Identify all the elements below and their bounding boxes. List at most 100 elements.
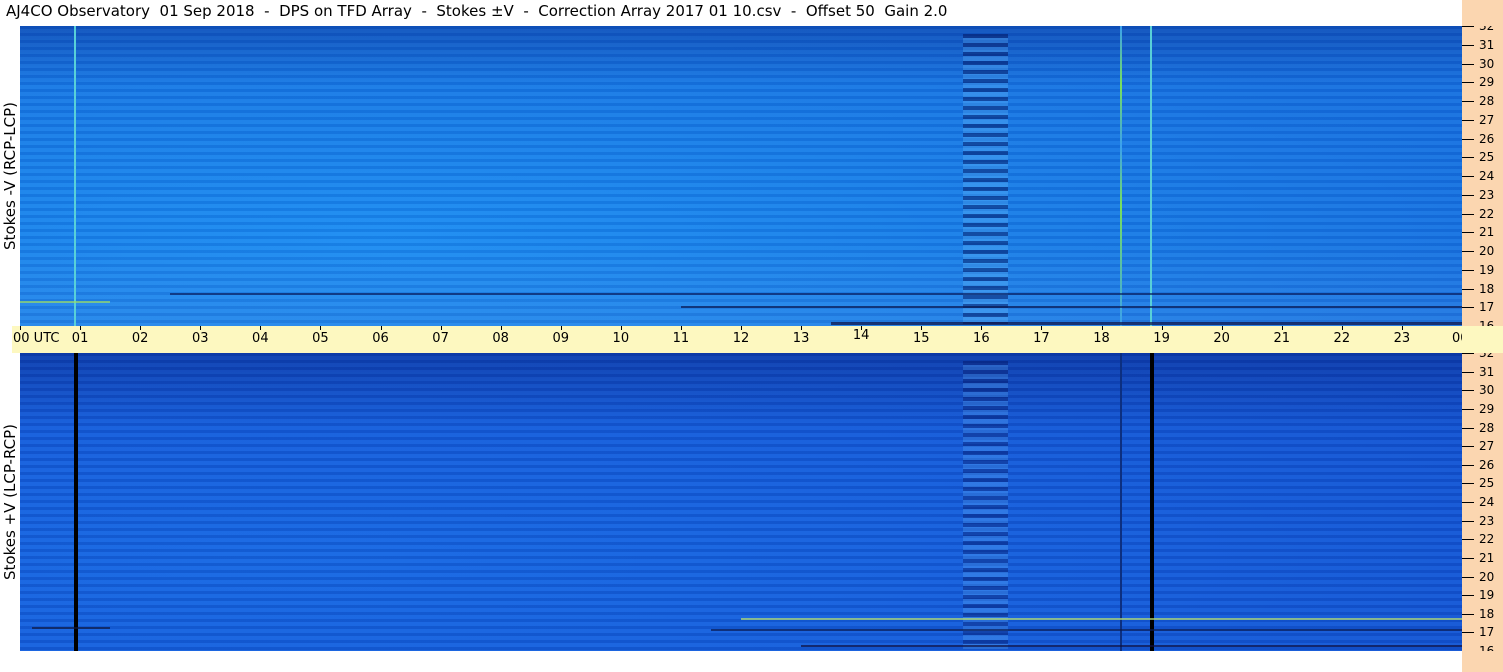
top-spectrogram bbox=[20, 26, 1462, 326]
mhz-cell bbox=[1462, 326, 1503, 353]
top-frequency-axis: 3231302928272625242322212019181716 bbox=[1462, 19, 1503, 333]
frequency-tick-mark bbox=[1462, 353, 1474, 354]
time-tick-mark bbox=[1161, 326, 1163, 330]
interference-streak bbox=[32, 627, 111, 629]
frequency-tick-mark bbox=[1462, 464, 1474, 466]
interference-streak bbox=[710, 629, 1462, 631]
chart-title: AJ4CO Observatory 01 Sep 2018 - DPS on T… bbox=[6, 2, 948, 20]
dps-band bbox=[963, 34, 1009, 324]
frequency-tick-mark bbox=[1462, 576, 1474, 578]
interference-streak bbox=[741, 618, 1462, 620]
time-tick-label: 00 UTC bbox=[13, 331, 60, 346]
narrow-line bbox=[1119, 353, 1122, 651]
frequency-tick-label: 28 bbox=[1479, 420, 1495, 435]
frequency-tick-mark bbox=[1462, 371, 1474, 373]
frequency-tick-mark bbox=[1462, 390, 1474, 392]
time-tick-mark bbox=[1101, 326, 1103, 330]
time-tick-label: 21 bbox=[1273, 331, 1291, 346]
frequency-tick-label: 23 bbox=[1479, 187, 1495, 202]
interference-streak bbox=[20, 301, 111, 303]
time-tick-mark bbox=[440, 326, 442, 330]
frequency-tick-label: 27 bbox=[1479, 112, 1495, 127]
time-tick-mark bbox=[500, 326, 502, 330]
frequency-tick-label: 29 bbox=[1479, 401, 1495, 416]
time-tick-mark bbox=[20, 326, 21, 330]
time-tick-label: 14 bbox=[852, 328, 870, 343]
frequency-tick-mark bbox=[1462, 26, 1474, 27]
interference-streak bbox=[801, 645, 1462, 647]
time-tick-mark bbox=[320, 326, 322, 330]
frequency-tick-label: 29 bbox=[1479, 75, 1495, 90]
frequency-tick-mark bbox=[1462, 520, 1474, 522]
frequency-tick-label: 26 bbox=[1479, 131, 1495, 146]
time-tick-label: 12 bbox=[732, 331, 750, 346]
frequency-tick-mark bbox=[1462, 613, 1474, 615]
frequency-tick-label: 21 bbox=[1479, 550, 1495, 565]
time-tick-label: 08 bbox=[492, 331, 509, 346]
frequency-tick-mark bbox=[1462, 427, 1474, 429]
frequency-tick-label: 31 bbox=[1479, 364, 1495, 379]
frequency-tick-mark bbox=[1462, 307, 1474, 309]
frequency-axis-footer bbox=[1462, 651, 1503, 672]
time-tick-mark bbox=[1281, 326, 1283, 330]
time-tick-label: 17 bbox=[1033, 331, 1050, 346]
time-tick-label: 16 bbox=[973, 331, 990, 346]
time-tick-mark bbox=[801, 326, 803, 330]
time-tick-label: 20 bbox=[1213, 331, 1230, 346]
time-tick-mark bbox=[560, 326, 562, 330]
frequency-tick-mark bbox=[1462, 232, 1474, 234]
frequency-tick-mark bbox=[1462, 502, 1474, 503]
time-tick-mark bbox=[1221, 326, 1223, 330]
frequency-tick-mark bbox=[1462, 408, 1474, 410]
frequency-tick-mark bbox=[1462, 632, 1474, 634]
time-tick-label: 23 bbox=[1393, 331, 1411, 346]
bottom-spectrogram bbox=[20, 353, 1462, 651]
time-tick-label: 19 bbox=[1153, 331, 1170, 346]
frequency-tick-label: 22 bbox=[1479, 532, 1495, 547]
frequency-tick-label: 27 bbox=[1479, 439, 1495, 454]
time-tick-label: 01 bbox=[71, 331, 89, 346]
time-tick-mark bbox=[1341, 326, 1343, 330]
frequency-tick-mark bbox=[1462, 483, 1474, 485]
frequency-tick-mark bbox=[1462, 269, 1474, 271]
frequency-tick-label: 18 bbox=[1479, 281, 1495, 296]
time-tick-label: 10 bbox=[612, 331, 630, 346]
frequency-tick-label: 24 bbox=[1479, 495, 1495, 509]
black-interference-line bbox=[74, 353, 79, 651]
top-spectrogram-image bbox=[20, 26, 1462, 326]
time-tick-mark bbox=[380, 326, 382, 330]
top-y-axis-label: Stokes -V (RCP-LCP) bbox=[1, 102, 19, 250]
time-tick-label: 13 bbox=[792, 331, 810, 346]
frequency-tick-label: 31 bbox=[1479, 37, 1495, 52]
frequency-tick-mark bbox=[1462, 101, 1474, 102]
frequency-tick-label: 19 bbox=[1479, 588, 1495, 603]
frequency-tick-label: 17 bbox=[1479, 300, 1495, 315]
time-tick-mark bbox=[741, 326, 742, 330]
time-tick-label: 11 bbox=[672, 331, 690, 346]
frequency-tick-label: 30 bbox=[1479, 383, 1495, 398]
frequency-tick-label: 25 bbox=[1479, 150, 1495, 165]
time-tick-mark bbox=[1401, 326, 1403, 330]
time-tick-mark bbox=[921, 326, 923, 330]
time-axis: 00 UTC 01 02 03 04 05 06 07 08 09 10 11 12 13 14 15 16 17… bbox=[12, 326, 1501, 353]
frequency-tick-label: 28 bbox=[1479, 94, 1495, 108]
frequency-tick-mark bbox=[1462, 44, 1474, 46]
interference-streak bbox=[170, 293, 1462, 295]
frequency-tick-mark bbox=[1462, 251, 1474, 252]
frequency-tick-mark bbox=[1462, 82, 1474, 84]
frequency-tick-mark bbox=[1462, 557, 1474, 559]
frequency-tick-label: 19 bbox=[1479, 262, 1495, 277]
time-tick-label: 09 bbox=[552, 331, 570, 346]
frequency-tick-label: 18 bbox=[1479, 606, 1495, 621]
frequency-tick-label: 20 bbox=[1479, 244, 1495, 258]
time-tick-label: 06 bbox=[372, 331, 389, 346]
time-tick-label: 02 bbox=[131, 331, 149, 346]
time-tick-mark bbox=[260, 326, 262, 330]
time-tick-mark bbox=[620, 326, 622, 330]
frequency-tick-mark bbox=[1462, 595, 1474, 597]
frequency-tick-label: 25 bbox=[1479, 476, 1495, 491]
frequency-tick-label: 17 bbox=[1479, 625, 1495, 640]
bottom-y-axis-label: Stokes +V (LCP-RCP) bbox=[1, 424, 19, 580]
narrow-line bbox=[1119, 26, 1122, 326]
time-tick-label: 18 bbox=[1093, 331, 1110, 346]
